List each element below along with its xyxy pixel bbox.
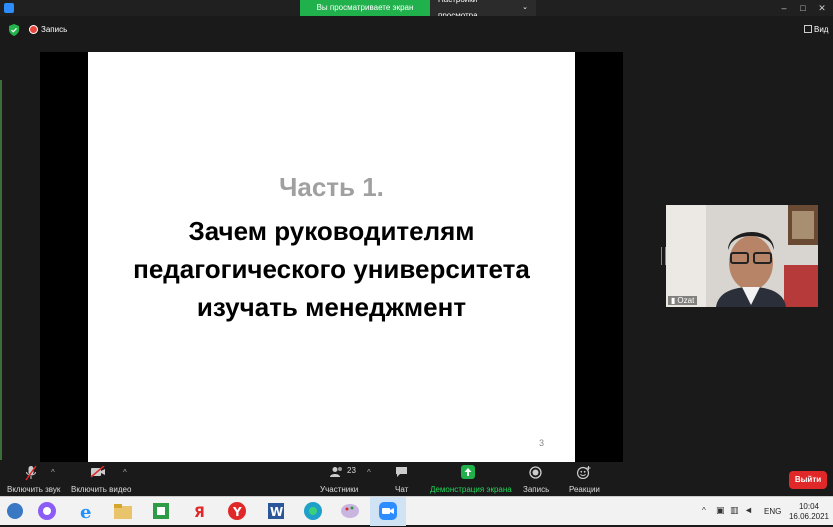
- edge-icon[interactable]: [302, 500, 324, 522]
- record-icon: [529, 466, 542, 479]
- maximize-icon[interactable]: □: [794, 0, 812, 16]
- chat-icon: [396, 467, 407, 477]
- network-icon[interactable]: ▥: [730, 505, 739, 516]
- slide-title-line: изучать менеджмент: [196, 292, 467, 322]
- presentation-slide: Часть 1. Зачем руководителям педагогичес…: [88, 52, 575, 462]
- shield-icon[interactable]: [9, 24, 19, 36]
- recording-icon: [29, 25, 38, 34]
- paint-icon[interactable]: [339, 500, 361, 522]
- slide-title: Зачем руководителям педагогического унив…: [88, 212, 575, 326]
- participant-name: Ozat: [677, 296, 695, 305]
- slide-title-line: Зачем руководителям: [188, 216, 475, 246]
- yandex-icon[interactable]: Я: [189, 500, 211, 522]
- store-icon[interactable]: [150, 500, 172, 522]
- yandex-browser-icon[interactable]: Y: [226, 500, 248, 522]
- clock-date[interactable]: 16.06.2021: [788, 512, 830, 521]
- share-screen-icon: [461, 465, 475, 479]
- zoom-app-icon: [379, 502, 397, 520]
- signal-bars-icon: ▮: [671, 296, 676, 305]
- grid-view-icon[interactable]: [804, 25, 812, 33]
- video-camera-off-icon: [90, 466, 105, 478]
- chat-label: Чат: [395, 485, 409, 494]
- file-explorer-icon[interactable]: [112, 500, 134, 522]
- svg-text:Я: Я: [194, 505, 205, 521]
- participant-name-tag: ▮ Ozat: [668, 296, 698, 305]
- close-icon[interactable]: ✕: [813, 0, 831, 16]
- internet-explorer-icon[interactable]: e: [76, 500, 98, 523]
- record-label: Запись: [523, 485, 550, 494]
- slide-page-number: 3: [539, 438, 545, 448]
- share-status-label: Вы просматриваете экран Ozat: [300, 0, 430, 28]
- zoom-taskbar-active[interactable]: [370, 497, 406, 526]
- meeting-controls: Включить звук ^ Включить видео ^ 23 Учас…: [0, 462, 833, 496]
- slide-part-heading: Часть 1.: [279, 172, 384, 202]
- view-label[interactable]: Вид: [814, 25, 828, 34]
- participant-video-frame: [666, 205, 818, 307]
- participants-label: Участники: [320, 485, 359, 494]
- windows-taskbar: e Я Y W ^ ▣ ▥ ◄ ENG 10:04 16.06.2021: [0, 496, 833, 526]
- share-screen-label: Демонстрация экрана: [430, 485, 512, 494]
- word-icon[interactable]: W: [265, 500, 287, 522]
- share-banner: Вы просматриваете экран Ozat Настройки п…: [300, 0, 536, 28]
- svg-text:e: e: [80, 502, 91, 522]
- svg-text:Y: Y: [232, 505, 242, 519]
- zoom-logo-icon: [4, 3, 14, 13]
- start-icon[interactable]: [4, 500, 26, 522]
- unmute-label: Включить звук: [7, 485, 61, 494]
- window-titlebar: Вы просматриваете экран Ozat Настройки п…: [0, 0, 833, 28]
- start-video-label: Включить видео: [71, 485, 132, 494]
- participants-icon: [330, 467, 342, 477]
- volume-icon[interactable]: ◄: [744, 505, 753, 515]
- side-edge-bar: [0, 80, 2, 460]
- language-indicator[interactable]: ENG: [764, 507, 781, 516]
- svg-text:W: W: [270, 505, 283, 519]
- video-options-caret-icon[interactable]: ^: [123, 468, 127, 477]
- shield-tray-icon[interactable]: ▣: [716, 505, 725, 516]
- audio-options-caret-icon[interactable]: ^: [51, 468, 55, 477]
- alice-assistant-icon[interactable]: [36, 500, 58, 522]
- recording-label[interactable]: Запись: [41, 25, 67, 34]
- chevron-down-icon: ⌄: [522, 4, 528, 11]
- microphone-muted-icon: [25, 465, 37, 481]
- leave-button[interactable]: Выйти: [789, 471, 827, 489]
- slide-title-line: педагогического университета: [133, 254, 530, 284]
- tray-overflow-icon[interactable]: ^: [702, 506, 706, 515]
- clock-time[interactable]: 10:04: [788, 502, 830, 511]
- meeting-info-bar: Запись Вид: [0, 16, 833, 44]
- participant-video[interactable]: [666, 205, 818, 307]
- view-options-button[interactable]: Настройки просмотра ⌄: [430, 0, 536, 20]
- smiley-icon: [577, 466, 591, 479]
- minimize-icon[interactable]: –: [775, 0, 793, 16]
- participants-caret-icon[interactable]: ^: [367, 468, 371, 477]
- participants-count: 23: [347, 466, 356, 475]
- reactions-label: Реакции: [569, 485, 600, 494]
